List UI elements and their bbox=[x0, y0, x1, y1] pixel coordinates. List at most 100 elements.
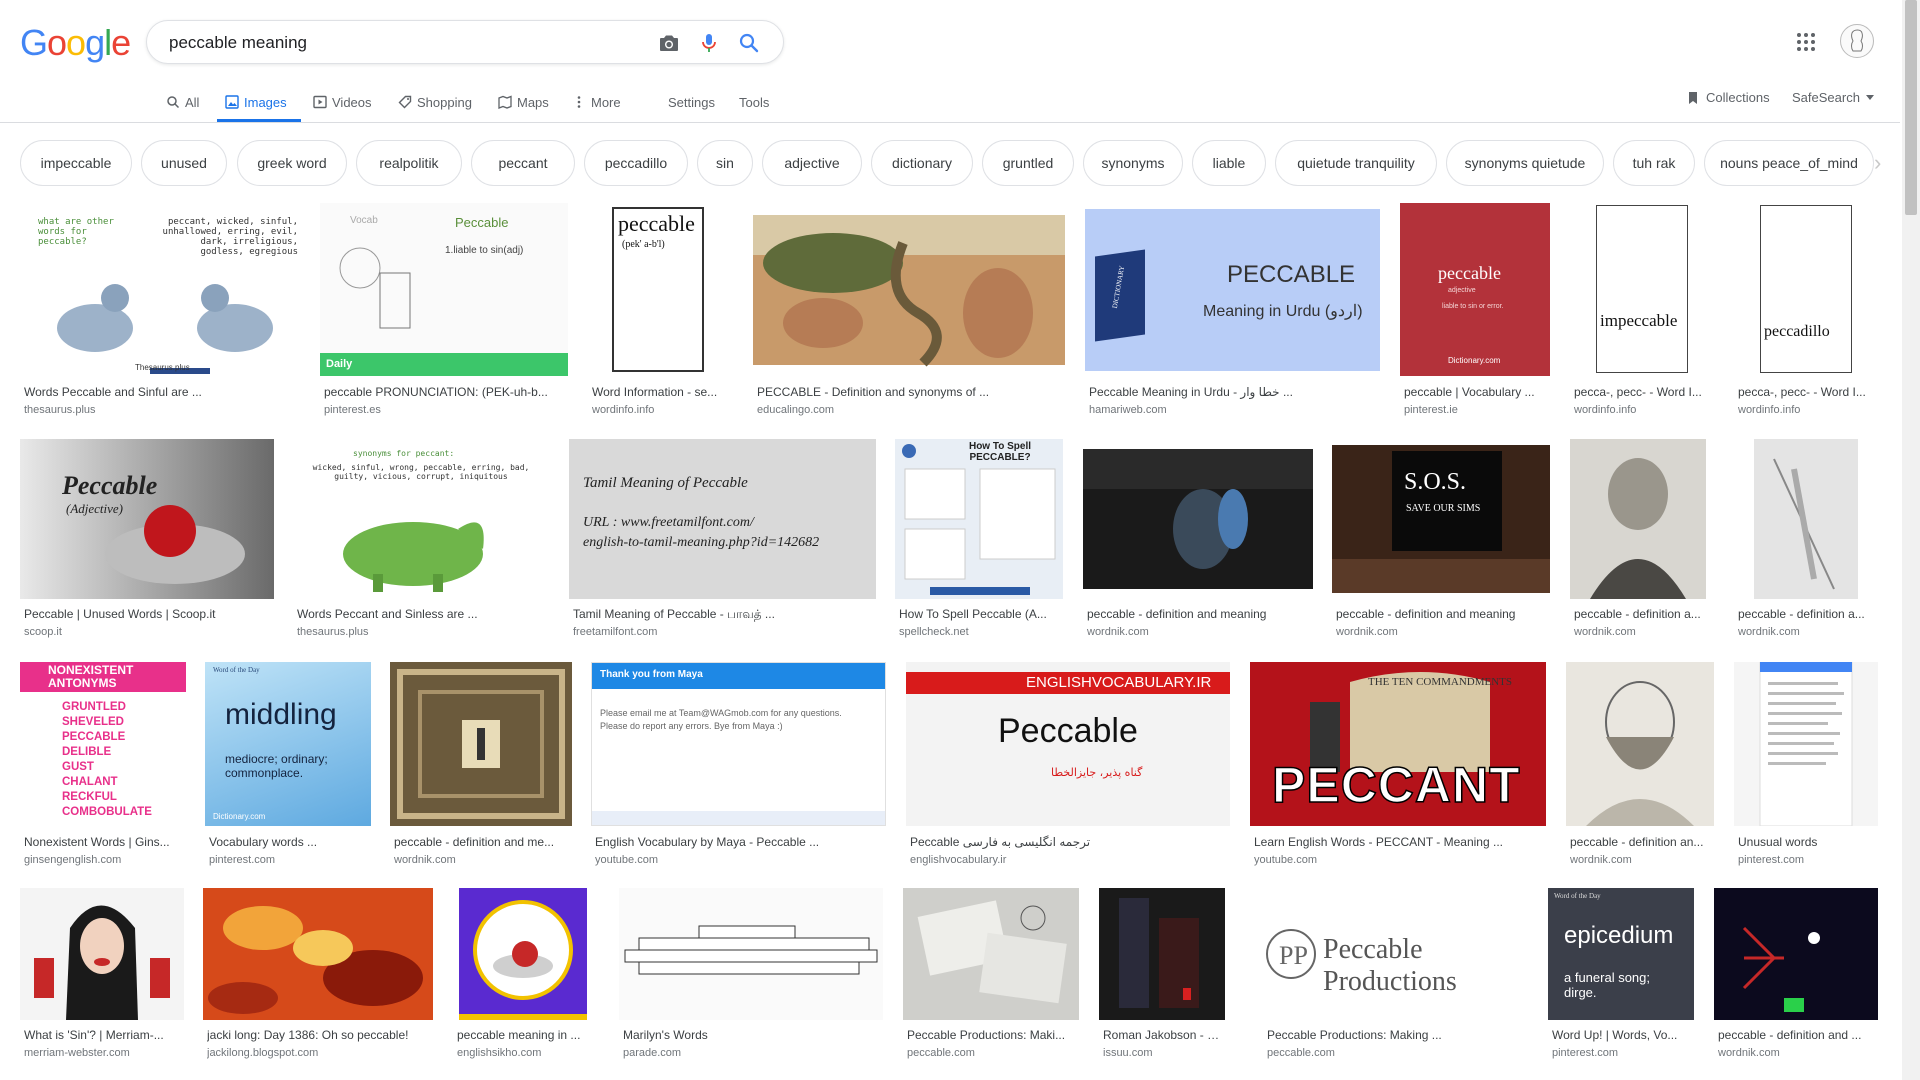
result-title[interactable]: peccable - definition and meaning bbox=[1336, 607, 1548, 621]
result-title[interactable]: jacki long: Day 1386: Oh so peccable! bbox=[207, 1028, 431, 1042]
image-result[interactable]: Roman Jakobson - Six... issuu.com bbox=[1099, 888, 1225, 1068]
safesearch-menu[interactable]: SafeSearch bbox=[1792, 90, 1874, 105]
page-scrollbar-thumb[interactable] bbox=[1905, 0, 1917, 215]
image-result[interactable]: S.O.S. SAVE OUR SIMS peccable - definiti… bbox=[1332, 439, 1550, 643]
chip[interactable]: liable bbox=[1192, 140, 1266, 186]
result-title[interactable]: pecca-, pecc- - Word I... bbox=[1574, 385, 1714, 399]
chip[interactable]: sin bbox=[697, 140, 753, 186]
result-title[interactable]: Words Peccant and Sinless are ... bbox=[297, 607, 547, 621]
chips-next-arrow-icon[interactable]: › bbox=[1874, 150, 1881, 176]
image-result[interactable]: peccable (pek' a-b'l) Word Information -… bbox=[588, 203, 734, 419]
result-title[interactable]: peccable - definition a... bbox=[1574, 607, 1704, 621]
chip[interactable]: greek word bbox=[237, 140, 347, 186]
microphone-icon[interactable] bbox=[697, 31, 721, 55]
result-title[interactable]: peccable - definition an... bbox=[1570, 835, 1714, 849]
tab-videos[interactable]: Videos bbox=[313, 90, 372, 114]
chip[interactable]: realpolitik bbox=[356, 140, 462, 186]
tab-tools[interactable]: Tools bbox=[739, 90, 769, 114]
result-title[interactable]: Roman Jakobson - Six... bbox=[1103, 1028, 1225, 1042]
tab-images[interactable]: Images bbox=[225, 90, 287, 114]
image-result[interactable]: Marilyn's Words parade.com bbox=[619, 888, 883, 1068]
image-result[interactable]: THE TEN COMMANDMENTS PECCANT Learn Engli… bbox=[1250, 662, 1546, 869]
tab-settings[interactable]: Settings bbox=[668, 90, 715, 114]
image-result[interactable]: Thank you from Maya Please email me at T… bbox=[591, 662, 886, 869]
image-result[interactable]: peccable meaning in ... englishsikho.com bbox=[453, 888, 593, 1068]
result-title[interactable]: PECCABLE - Definition and synonyms of ..… bbox=[757, 385, 1063, 399]
image-result[interactable]: peccable - definition and meaning wordni… bbox=[1083, 439, 1313, 643]
camera-icon[interactable] bbox=[657, 31, 681, 55]
google-logo[interactable]: Google bbox=[20, 22, 131, 64]
image-result[interactable]: peccable - definition and ... wordnik.co… bbox=[1714, 888, 1878, 1068]
search-icon[interactable] bbox=[737, 31, 761, 55]
image-result[interactable]: NONEXISTENT ANTONYMS GRUNTLED SHEVELED P… bbox=[20, 662, 186, 869]
chip[interactable]: unused bbox=[141, 140, 227, 186]
result-title[interactable]: Peccable | Unused Words | Scoop.it bbox=[24, 607, 272, 621]
result-title[interactable]: Nonexistent Words | Gins... bbox=[24, 835, 184, 849]
image-result[interactable]: DICTIONARY PECCABLE Meaning in Urdu (ارد… bbox=[1085, 203, 1380, 419]
result-title[interactable]: pecca-, pecc- - Word I... bbox=[1738, 385, 1878, 399]
chip[interactable]: peccadillo bbox=[584, 140, 688, 186]
result-title[interactable]: peccable meaning in ... bbox=[457, 1028, 593, 1042]
apps-grid-icon[interactable] bbox=[1794, 30, 1818, 54]
image-result[interactable]: peccable - definition and me... wordnik.… bbox=[390, 662, 572, 869]
tab-more[interactable]: More bbox=[572, 90, 621, 114]
chip[interactable]: synonyms quietude bbox=[1446, 140, 1604, 186]
search-input[interactable] bbox=[167, 21, 651, 65]
image-result[interactable]: peccable - definition an... wordnik.com bbox=[1566, 662, 1714, 869]
image-result[interactable]: peccable adjective liable to sin or erro… bbox=[1400, 203, 1550, 419]
tab-maps[interactable]: Maps bbox=[498, 90, 549, 114]
chip[interactable]: adjective bbox=[762, 140, 862, 186]
chip[interactable]: tuh rak bbox=[1613, 140, 1695, 186]
image-result[interactable]: jacki long: Day 1386: Oh so peccable! ja… bbox=[203, 888, 433, 1068]
result-title[interactable]: Peccable Productions: Maki... bbox=[907, 1028, 1077, 1042]
chip[interactable]: peccant bbox=[471, 140, 575, 186]
image-result[interactable]: ENGLISHVOCABULARY.IR Peccable گناه پذیر،… bbox=[906, 662, 1230, 869]
image-result[interactable]: PP Peccable Productions Peccable Product… bbox=[1263, 888, 1529, 1068]
image-result[interactable]: How To Spell PECCABLE? How To Spell Pecc… bbox=[895, 439, 1063, 643]
result-title[interactable]: English Vocabulary by Maya - Peccable ..… bbox=[595, 835, 885, 849]
chip[interactable]: quietude tranquility bbox=[1275, 140, 1437, 186]
image-result[interactable]: peccadillo pecca-, pecc- - Word I... wor… bbox=[1734, 203, 1878, 419]
image-result[interactable]: Peccable 1.liable to sin(adj) Vocab Dail… bbox=[320, 203, 568, 419]
result-title[interactable]: Peccable Productions: Making ... bbox=[1267, 1028, 1527, 1042]
result-title[interactable]: peccable PRONUNCIATION: (PEK-uh-b... bbox=[324, 385, 564, 399]
result-title[interactable]: peccable | Vocabulary ... bbox=[1404, 385, 1550, 399]
image-result[interactable]: impeccable pecca-, pecc- - Word I... wor… bbox=[1570, 203, 1714, 419]
tab-all[interactable]: All bbox=[166, 90, 199, 114]
result-title[interactable]: Unusual words bbox=[1738, 835, 1878, 849]
result-title[interactable]: What is 'Sin'? | Merriam-... bbox=[24, 1028, 182, 1042]
image-result[interactable]: Peccable Productions: Maki... peccable.c… bbox=[903, 888, 1079, 1068]
collections-link[interactable]: Collections bbox=[1686, 90, 1770, 105]
result-title[interactable]: peccable - definition and me... bbox=[394, 835, 570, 849]
result-title[interactable]: Word Up! | Words, Vo... bbox=[1552, 1028, 1694, 1042]
result-title[interactable]: Peccable Meaning in Urdu - خطا وار ... bbox=[1089, 385, 1377, 399]
result-title[interactable]: peccable - definition and meaning bbox=[1087, 607, 1311, 621]
result-title[interactable]: Tamil Meaning of Peccable - பாவத் ... bbox=[573, 607, 873, 623]
image-result[interactable]: peccable - definition a... wordnik.com bbox=[1734, 439, 1878, 643]
result-title[interactable]: Peccable ترجمه انگلیسی به فارسی bbox=[910, 835, 1228, 849]
result-title[interactable]: Vocabulary words ... bbox=[209, 835, 369, 849]
image-result[interactable]: Peccable (Adjective) Peccable | Unused W… bbox=[20, 439, 274, 643]
result-title[interactable]: How To Spell Peccable (A... bbox=[899, 607, 1061, 621]
image-result[interactable]: synonyms for peccant: wicked, sinful, wr… bbox=[293, 439, 549, 643]
chip[interactable]: dictionary bbox=[871, 140, 973, 186]
image-result[interactable]: what are other words for peccable? pecca… bbox=[20, 203, 302, 419]
result-title[interactable]: Learn English Words - PECCANT - Meaning … bbox=[1254, 835, 1544, 849]
chip[interactable]: nouns peace_of_mind bbox=[1704, 140, 1874, 186]
image-result[interactable]: peccable - definition a... wordnik.com bbox=[1570, 439, 1706, 643]
result-title[interactable]: Words Peccable and Sinful are ... bbox=[24, 385, 298, 399]
result-title[interactable]: peccable - definition and ... bbox=[1718, 1028, 1878, 1042]
chip[interactable]: gruntled bbox=[982, 140, 1074, 186]
result-title[interactable]: peccable - definition a... bbox=[1738, 607, 1878, 621]
chip[interactable]: impeccable bbox=[20, 140, 132, 186]
account-avatar[interactable] bbox=[1840, 24, 1874, 58]
image-result[interactable]: Word of the Day epicedium a funeral song… bbox=[1548, 888, 1694, 1068]
image-result[interactable]: Tamil Meaning of Peccable URL : www.free… bbox=[569, 439, 876, 643]
result-title[interactable]: Word Information - se... bbox=[592, 385, 732, 399]
image-result[interactable]: Unusual words pinterest.com bbox=[1734, 662, 1878, 869]
result-title[interactable]: Marilyn's Words bbox=[623, 1028, 881, 1042]
tab-shopping[interactable]: Shopping bbox=[398, 90, 472, 114]
image-result[interactable]: Word of the Day middling mediocre; ordin… bbox=[205, 662, 371, 869]
image-result[interactable]: What is 'Sin'? | Merriam-... merriam-web… bbox=[20, 888, 184, 1068]
chip[interactable]: synonyms bbox=[1083, 140, 1183, 186]
